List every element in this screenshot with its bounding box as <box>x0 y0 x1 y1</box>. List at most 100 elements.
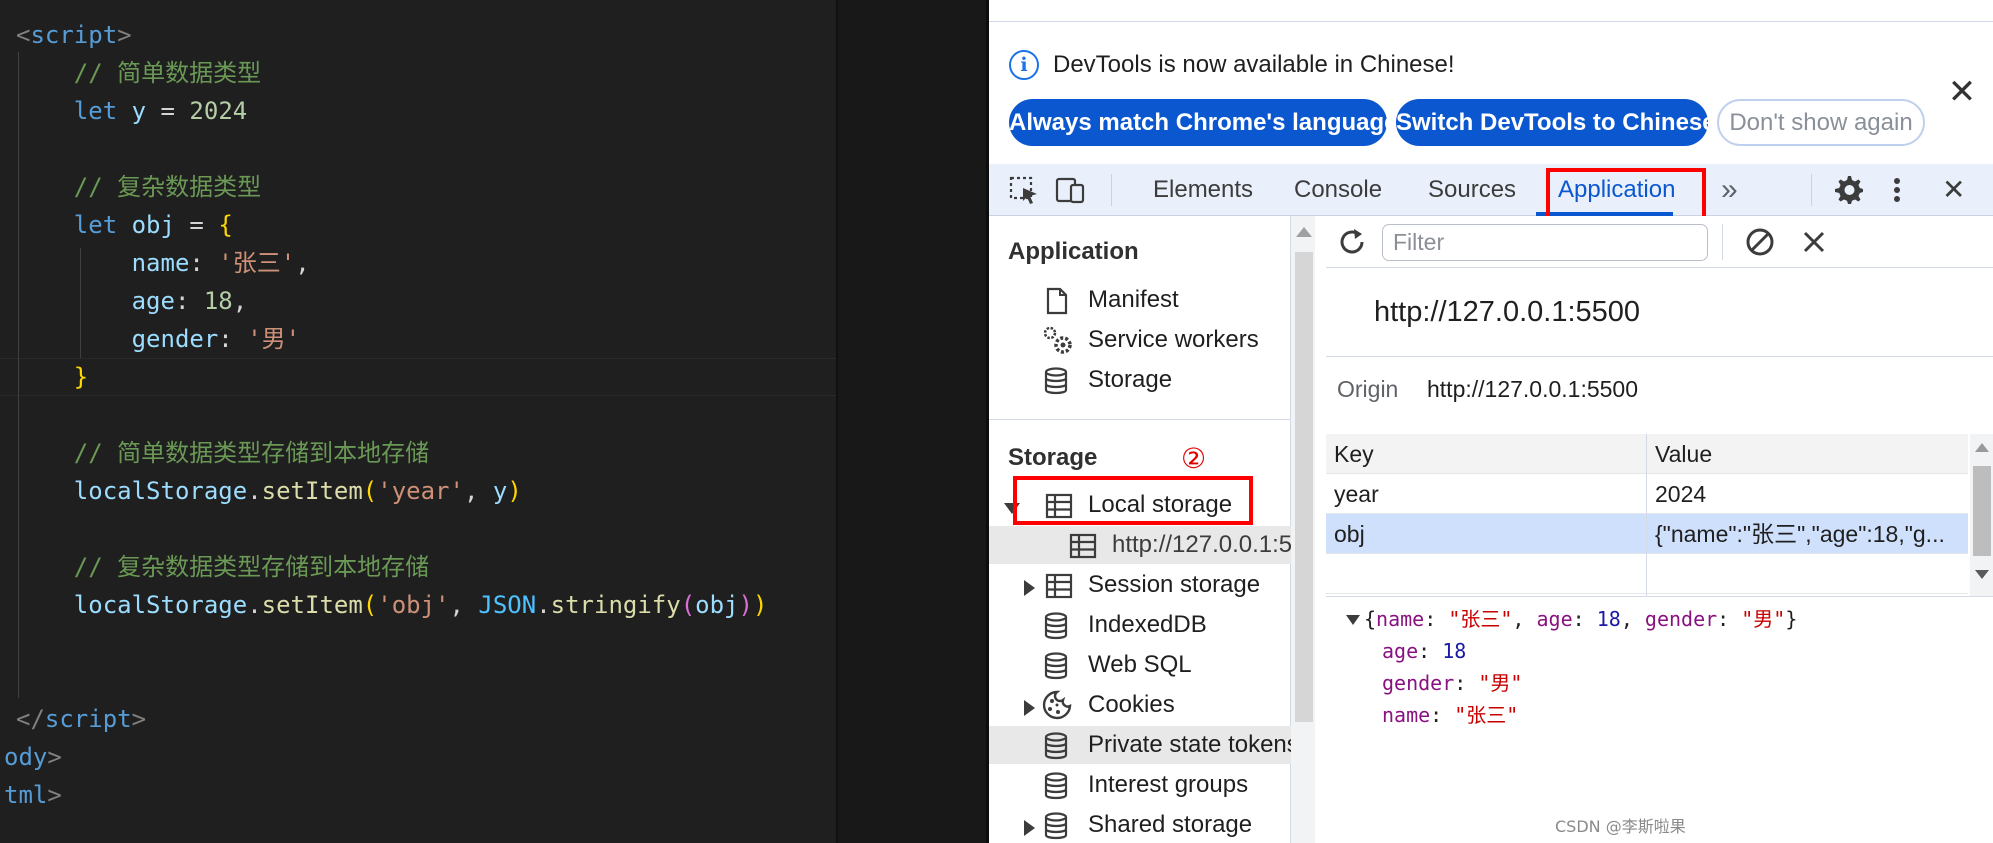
collapsed-triangle-icon[interactable] <box>1024 700 1035 716</box>
code-line[interactable]: localStorage.setItem('obj', JSON.stringi… <box>16 586 768 624</box>
filter-input[interactable]: Filter <box>1382 224 1708 261</box>
scroll-down-arrow-icon[interactable] <box>1975 570 1989 579</box>
annotation-box-application-tab <box>1546 168 1706 220</box>
device-toolbar-icon[interactable] <box>1055 176 1087 204</box>
code-line[interactable]: // 简单数据类型存储到本地存储 <box>16 434 429 472</box>
sidebar-item-label: Shared storage <box>1088 811 1253 838</box>
sidebar-header-storage: Storage <box>1008 444 1098 471</box>
always-match-language-button[interactable]: Always match Chrome's language <box>1009 99 1398 146</box>
sidebar-item-interest-groups[interactable]: Interest groups <box>989 766 1291 804</box>
sidebar-item-manifest[interactable]: Manifest <box>989 281 1291 319</box>
sidebar-item-shared-storage[interactable]: Shared storage <box>989 806 1291 843</box>
refresh-icon[interactable] <box>1336 226 1368 258</box>
application-sidebar: Application Manifest Service workers Sto… <box>989 216 1291 843</box>
row-key[interactable]: obj <box>1334 514 1365 554</box>
devtools-panel: i DevTools is now available in Chinese! … <box>989 0 1993 843</box>
preview-summary[interactable]: {name: "张三", age: 18, gender: "男"} <box>1364 604 1797 634</box>
delete-selected-icon[interactable] <box>1800 228 1828 256</box>
sidebar-item-service-workers[interactable]: Service workers <box>989 321 1291 359</box>
origin-row: Origin http://127.0.0.1:5500 <box>1337 376 1638 403</box>
language-infobar: i DevTools is now available in Chinese! <box>1009 48 1455 82</box>
database-icon <box>1044 732 1068 760</box>
table-scrollbar-thumb[interactable] <box>1973 466 1991 556</box>
sidebar-item-label: Storage <box>1088 366 1173 393</box>
database-icon <box>1044 772 1068 800</box>
sidebar-item-label: IndexedDB <box>1088 611 1207 638</box>
seam-left <box>836 0 838 843</box>
tab-sources[interactable]: Sources <box>1428 164 1516 216</box>
code-line[interactable]: ody> <box>4 738 62 776</box>
sidebar-item-label: Interest groups <box>1088 771 1249 798</box>
code-line[interactable]: </script> <box>16 700 146 738</box>
sidebar-item-label: http://127.0.0.1:5500 <box>1112 531 1291 558</box>
window-gap <box>836 0 989 843</box>
scroll-up-arrow-icon[interactable] <box>1975 443 1989 452</box>
code-line[interactable]: <script> <box>16 16 132 54</box>
tabbar-separator <box>1811 174 1812 206</box>
clear-all-icon[interactable] <box>1744 226 1776 258</box>
more-options-kebab-icon[interactable] <box>1885 176 1909 204</box>
row-value[interactable]: {"name":"张三","age":18,"g... <box>1655 514 1965 554</box>
code-line[interactable]: tml> <box>4 776 62 814</box>
code-line[interactable]: age: 18, <box>16 282 248 320</box>
table-row[interactable]: year 2024 <box>1326 474 1968 514</box>
document-icon <box>1046 287 1068 315</box>
close-devtools-icon[interactable]: ✕ <box>1942 164 1965 216</box>
watermark: CSDN @李斯啦果 <box>1555 817 1686 836</box>
database-icon <box>1044 812 1068 840</box>
code-editor[interactable]: <script> // 简单数据类型 let y = 2024 // 复杂数据类… <box>0 0 836 843</box>
column-header-value[interactable]: Value <box>1655 434 1712 474</box>
infobar-close-icon[interactable]: ✕ <box>1945 75 1979 109</box>
sidebar-item-local-storage-origin[interactable]: http://127.0.0.1:5500 <box>989 526 1291 564</box>
sidebar-item-label: Cookies <box>1088 691 1175 718</box>
expanded-triangle-icon[interactable] <box>1346 615 1360 625</box>
sidebar-item-cookies[interactable]: Cookies <box>989 686 1291 724</box>
tab-elements[interactable]: Elements <box>1153 164 1253 216</box>
code-line[interactable]: // 复杂数据类型存储到本地存储 <box>16 548 429 586</box>
gears-icon <box>1043 326 1072 354</box>
code-line[interactable]: name: '张三', <box>16 244 310 282</box>
sidebar-scrollbar-thumb[interactable] <box>1295 252 1313 722</box>
filter-toolbar: Filter <box>1326 216 1993 268</box>
code-line[interactable]: gender: '男' <box>16 320 301 358</box>
dont-show-again-button[interactable]: Don't show again <box>1717 99 1925 146</box>
table-icon <box>1069 533 1097 559</box>
annotation-number-two: ② <box>1181 442 1207 475</box>
code-line[interactable]: // 简单数据类型 <box>16 54 261 92</box>
current-line-highlight <box>0 358 836 396</box>
infobar-message: DevTools is now available in Chinese! <box>1053 51 1455 78</box>
code-line[interactable]: let obj = { <box>16 206 233 244</box>
switch-to-chinese-button[interactable]: Switch DevTools to Chinese <box>1396 99 1716 146</box>
sidebar-item-websql[interactable]: Web SQL <box>989 646 1291 684</box>
code-line[interactable]: } <box>16 358 88 396</box>
code-line[interactable]: localStorage.setItem('year', y) <box>16 472 522 510</box>
more-tabs-chevron-icon[interactable]: » <box>1721 164 1738 216</box>
inspect-element-icon[interactable] <box>1009 176 1041 204</box>
tab-console[interactable]: Console <box>1294 164 1382 216</box>
scroll-up-arrow-icon[interactable] <box>1296 227 1312 237</box>
preview-property-name: name: "张三" <box>1382 703 1519 727</box>
sidebar-item-private-state-tokens[interactable]: Private state tokens <box>989 726 1291 764</box>
sidebar-item-label: Session storage <box>1088 571 1261 598</box>
code-line[interactable]: // 复杂数据类型 <box>16 168 261 206</box>
collapsed-triangle-icon[interactable] <box>1024 820 1035 836</box>
origin-title: http://127.0.0.1:5500 <box>1374 296 1641 328</box>
row-value[interactable]: 2024 <box>1655 474 1706 514</box>
settings-gear-icon[interactable] <box>1833 174 1865 206</box>
collapsed-triangle-icon[interactable] <box>1024 580 1035 596</box>
preview-property-gender: gender: "男" <box>1382 671 1523 695</box>
sidebar-item-indexeddb[interactable]: IndexedDB <box>989 606 1291 644</box>
sidebar-header-application: Application <box>1008 238 1139 265</box>
sidebar-item-label: Private state tokens <box>1088 731 1291 758</box>
table-header-row: Key Value <box>1326 434 1968 474</box>
row-key[interactable]: year <box>1334 474 1379 514</box>
table-row-selected[interactable]: obj {"name":"张三","age":18,"g... <box>1326 514 1968 554</box>
sidebar-item-storage-overview[interactable]: Storage <box>989 361 1291 399</box>
sidebar-item-label: Service workers <box>1088 326 1259 353</box>
code-line[interactable]: let y = 2024 <box>16 92 247 130</box>
sidebar-item-session-storage[interactable]: Session storage <box>989 566 1291 604</box>
origin-value: http://127.0.0.1:5500 <box>1427 376 1639 402</box>
tabbar-separator <box>1111 174 1112 206</box>
table-row-empty[interactable] <box>1326 554 1968 594</box>
column-header-key[interactable]: Key <box>1334 434 1374 474</box>
